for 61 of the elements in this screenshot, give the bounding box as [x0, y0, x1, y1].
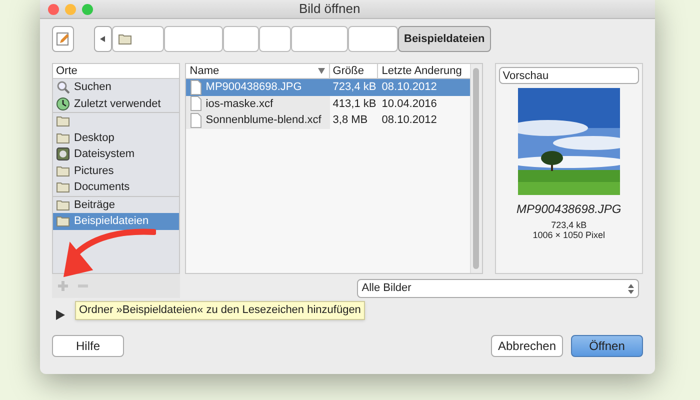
tooltip: Ordner »Beispieldateien« zu den Lesezeichen hinzufügen — [75, 301, 365, 320]
file-date: 08.10.2012 — [380, 113, 438, 128]
close-icon[interactable] — [48, 4, 59, 14]
cancel-button[interactable]: Abbrechen — [491, 335, 563, 357]
places-header[interactable]: Orte — [53, 64, 179, 79]
folder-icon — [56, 132, 70, 144]
path-segment[interactable] — [291, 26, 348, 52]
file-icon — [190, 112, 202, 128]
folder-icon — [56, 164, 70, 177]
path-segment[interactable] — [223, 26, 259, 52]
place-item[interactable]: Suchen — [53, 79, 179, 96]
file-size: 413,1 kB — [332, 96, 378, 112]
path-segment[interactable] — [259, 26, 291, 52]
filter-dropdown[interactable]: Alle Bilder — [356, 279, 639, 298]
file-date: 10.04.2016 — [380, 96, 438, 112]
drive-icon — [56, 147, 70, 162]
file-name: ios-maske.xcf — [206, 96, 274, 112]
maximize-icon[interactable] — [82, 4, 93, 14]
preview-header: Vorschau — [498, 67, 639, 84]
file-name: Sonnenblume-blend.xcf — [206, 113, 322, 128]
window-title: Bild öffnen — [299, 0, 360, 18]
file-name: MP900438698.JPG — [206, 80, 302, 95]
folder-icon — [56, 115, 70, 128]
expander-icon[interactable] — [56, 310, 65, 320]
clock-icon — [56, 96, 70, 111]
left-arrow-icon — [100, 36, 106, 42]
place-item[interactable]: Zuletzt verwendet — [53, 96, 179, 112]
path-segment[interactable]: Beispieldateien — [398, 26, 491, 52]
file-size: 723,4 kB — [332, 80, 378, 95]
path-segment[interactable] — [348, 26, 398, 52]
folder-icon — [56, 215, 70, 228]
file-size: 3,8 MB — [332, 113, 369, 128]
place-item[interactable]: Pictures — [53, 162, 179, 179]
help-button[interactable]: Hilfe — [52, 335, 124, 357]
add-bookmark-button[interactable] — [57, 280, 69, 292]
minimize-icon[interactable] — [65, 4, 76, 14]
sort-arrow-icon — [318, 68, 325, 74]
scroll-left-button[interactable] — [94, 26, 112, 52]
preview-dimensions: 1006 × 1050 Pixel — [532, 230, 606, 240]
pencil-icon — [56, 32, 70, 46]
column-header[interactable]: Letzte Anderung — [378, 64, 470, 78]
plus-icon — [57, 280, 69, 292]
file-date: 08.10.2012 — [380, 80, 438, 95]
open-button[interactable]: Öffnen — [571, 335, 643, 357]
place-item[interactable]: Dateisystem — [53, 146, 179, 162]
file-icon — [190, 96, 202, 112]
place-item[interactable]: Desktop — [53, 130, 179, 146]
preview-size: 723,4 kB — [551, 220, 587, 230]
updown-arrows-icon — [628, 284, 634, 294]
column-header[interactable]: Größe — [330, 64, 378, 78]
folder-icon — [56, 198, 70, 211]
folder-icon — [56, 181, 70, 194]
column-header[interactable]: Name — [186, 64, 330, 78]
search-icon — [56, 80, 70, 94]
place-item[interactable]: Beiträge — [53, 196, 179, 213]
edit-location-button[interactable] — [52, 26, 74, 52]
place-item[interactable]: Documents — [53, 179, 179, 196]
folder-icon — [118, 33, 132, 45]
path-segment[interactable] — [112, 26, 164, 52]
path-segment[interactable] — [164, 26, 223, 52]
preview-filename: MP900438698.JPG — [516, 201, 622, 218]
